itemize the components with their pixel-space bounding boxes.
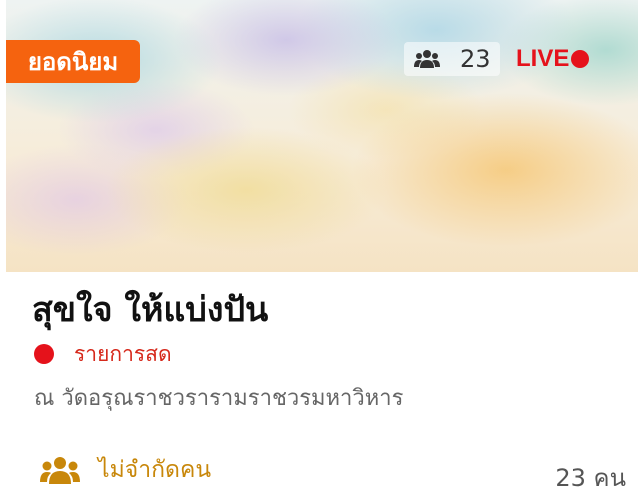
live-label: LIVE: [516, 45, 570, 72]
users-group-icon: [40, 457, 80, 484]
users-icon: [414, 50, 440, 68]
attendee-count: 23 คน: [555, 464, 626, 492]
event-title[interactable]: สุขใจ ให้แบ่งปัน: [32, 282, 268, 336]
viewer-count-pill: 23: [404, 42, 500, 76]
live-indicator: LIVE: [516, 42, 590, 76]
live-status-dot-icon: [34, 344, 54, 364]
live-status-text: รายการสด: [74, 341, 172, 366]
live-dot-icon: [571, 50, 590, 68]
event-location: ณ วัดอรุณราชวรารามราชวรมหาวิหาร: [34, 386, 404, 411]
viewer-count: 23: [460, 45, 491, 73]
popular-badge: ยอดนิยม: [6, 40, 140, 83]
popular-badge-label: ยอดนิยม: [27, 48, 119, 76]
live-status-row: รายการสด: [34, 340, 172, 368]
capacity-row: ไม่จำกัดคน: [40, 452, 211, 488]
event-card[interactable]: ยอดนิยม 23 LIVE สุขใจ ให้แบ่งปัน รายการส…: [0, 0, 644, 504]
capacity-text: ไม่จำกัดคน: [98, 457, 212, 483]
